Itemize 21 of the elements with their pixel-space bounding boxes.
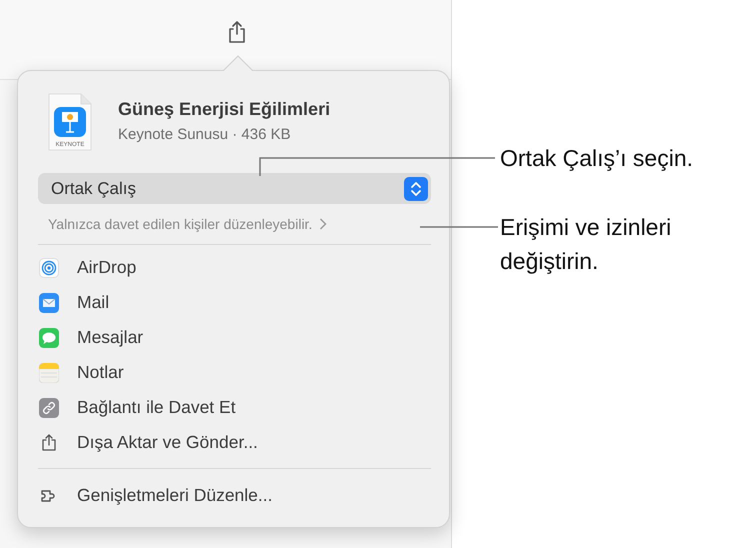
file-subtitle: Keynote Sunusu · 436 KB [118, 126, 292, 143]
file-title: Güneş Enerjisi Eğilimleri [118, 99, 330, 120]
share-option[interactable]: Bağlantı ile Davet Et [38, 390, 236, 425]
speech-bubble-icon [39, 328, 59, 348]
share-option[interactable]: Mesajlar [38, 320, 144, 355]
callout-text: Erişimi ve izinleri değiştirin. [500, 213, 672, 276]
chevron-icon [319, 218, 328, 230]
share-option[interactable]: AirDrop [38, 250, 136, 285]
stepper-icon [404, 176, 428, 200]
callout-text: Ortak Çalış’ı seçin. [500, 144, 693, 173]
share-option[interactable]: Dışa Aktar ve Gönder... [38, 425, 258, 460]
presentation-file-icon [48, 93, 92, 151]
airdrop-icon [39, 258, 59, 278]
envelope-icon [39, 292, 59, 312]
extensions-item[interactable]: Genişletmeleri Düzenle... [38, 478, 272, 513]
collaboration-popup[interactable]: Ortak Çalış [38, 173, 431, 204]
notepad-icon [39, 362, 59, 382]
share-icon[interactable] [226, 20, 246, 44]
link-icon [39, 398, 59, 418]
share-option[interactable]: Notlar [38, 355, 124, 390]
share-option[interactable]: Mail [38, 285, 110, 320]
